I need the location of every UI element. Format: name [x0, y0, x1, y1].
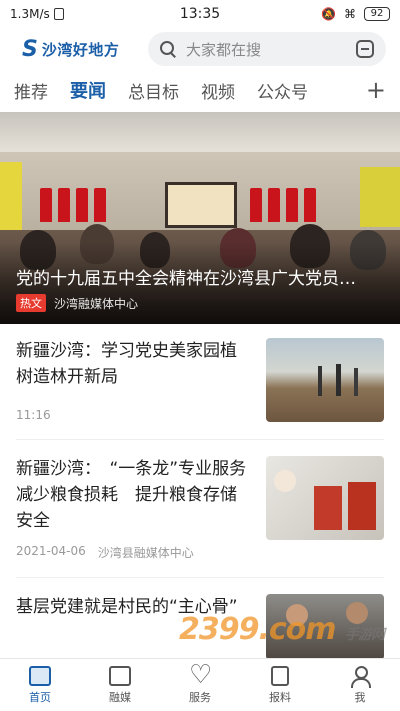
hero-flag: [58, 188, 70, 222]
bottom-nav: 首页 融媒 服务 报料 我: [0, 658, 400, 711]
hero-flag: [286, 188, 298, 222]
status-bar: 1.3M/s 13:35 🔕 ⌘ 92: [0, 0, 400, 28]
thumb-figure: [318, 366, 322, 396]
news-text: 新疆沙湾：学习党史美家园植树造林开新局 11:16: [16, 338, 266, 439]
thumb-figure: [274, 470, 296, 492]
hero-title[interactable]: 党的十九届五中全会精神在沙湾县广大党员…: [16, 264, 386, 289]
report-icon: [271, 665, 289, 686]
hero-flag: [76, 188, 88, 222]
watermark-text: 2399.com: [179, 612, 337, 647]
news-item[interactable]: 新疆沙湾： “一条龙”专业服务 减少粮食损耗 提升粮食存储安全 2021-04-…: [16, 456, 384, 578]
nav-label: 首页: [29, 690, 51, 704]
news-thumbnail[interactable]: [266, 338, 384, 422]
hot-badge: 热文: [16, 294, 46, 312]
hero-source: 沙湾融媒体中心: [54, 296, 139, 311]
news-title[interactable]: 新疆沙湾：学习党史美家园植树造林开新局: [16, 338, 252, 390]
news-time: 11:16: [16, 408, 51, 422]
status-time: 13:35: [179, 6, 221, 22]
tab-recommend[interactable]: 推荐: [14, 78, 48, 103]
nav-label: 服务: [189, 690, 211, 704]
app-logo[interactable]: S 沙湾好地方: [22, 37, 142, 62]
hero-flag: [40, 188, 52, 222]
hero-flag: [250, 188, 262, 222]
search-icon: [160, 41, 176, 57]
sim-icon: [53, 8, 64, 20]
tab-video[interactable]: 视频: [201, 78, 235, 103]
status-right: 🔕 ⌘ 92: [240, 7, 390, 21]
nav-service[interactable]: 服务: [160, 659, 240, 711]
site-watermark: 2399.com 手游网: [179, 612, 385, 647]
watermark-sub: 手游网: [345, 627, 385, 643]
thumb-figure: [314, 486, 342, 530]
news-meta: 2021-04-06 沙湾县融媒体中心: [16, 544, 194, 561]
nav-me[interactable]: 我: [320, 659, 400, 711]
tab-general-goal[interactable]: 总目标: [128, 78, 179, 103]
hero-window-left: [0, 162, 22, 232]
logo-text: 沙湾好地方: [41, 40, 120, 59]
tab-headlines[interactable]: 要闻: [70, 77, 106, 103]
hero-flag: [268, 188, 280, 222]
news-time: 2021-04-06: [16, 544, 86, 558]
thumb-figure: [336, 364, 341, 396]
search-input[interactable]: 大家都在搜: [186, 39, 356, 60]
heart-icon: [189, 660, 212, 690]
nav-report[interactable]: 报料: [240, 659, 320, 711]
search-bar[interactable]: 大家都在搜: [148, 32, 386, 66]
hero-banner[interactable]: 党的十九届五中全会精神在沙湾县广大党员… 热文 沙湾融媒体中心: [0, 112, 400, 324]
me-icon: [349, 665, 371, 688]
hero-flag: [94, 188, 106, 222]
status-left: 1.3M/s: [10, 7, 160, 21]
network-speed: 1.3M/s: [10, 7, 50, 21]
thumb-figure: [354, 368, 358, 396]
hero-meta: 热文 沙湾融媒体中心: [16, 294, 138, 312]
news-thumbnail[interactable]: [266, 456, 384, 540]
nav-label: 融媒: [109, 690, 131, 704]
nav-media[interactable]: 融媒: [80, 659, 160, 711]
thumb-figure: [348, 482, 376, 530]
media-icon: [109, 665, 131, 686]
logo-mark-icon: S: [22, 36, 38, 62]
news-title[interactable]: 新疆沙湾： “一条龙”专业服务 减少粮食损耗 提升粮食存储安全: [16, 456, 263, 534]
hero-screen: [165, 182, 237, 228]
nav-label: 我: [354, 690, 366, 704]
tab-official-account[interactable]: 公众号: [257, 78, 308, 103]
scan-icon[interactable]: [356, 40, 374, 58]
add-channel-icon[interactable]: +: [366, 78, 386, 102]
app-header: S 沙湾好地方 大家都在搜: [0, 30, 400, 68]
news-item[interactable]: 新疆沙湾：学习党史美家园植树造林开新局 11:16: [16, 338, 384, 440]
news-meta: 11:16: [16, 408, 51, 422]
wifi-icon: ⌘: [344, 7, 356, 21]
battery-indicator: 92: [364, 7, 390, 21]
mute-icon: 🔕: [321, 7, 336, 21]
hero-ceiling: [0, 112, 400, 152]
hero-flag: [304, 188, 316, 222]
home-icon: [29, 665, 51, 686]
news-source: 沙湾县融媒体中心: [97, 546, 194, 560]
news-text: 新疆沙湾： “一条龙”专业服务 减少粮食损耗 提升粮食存储安全 2021-04-…: [16, 456, 266, 577]
nav-home[interactable]: 首页: [0, 659, 80, 711]
nav-label: 报料: [269, 690, 291, 704]
channel-tabs: 推荐 要闻 总目标 视频 公众号 +: [0, 72, 400, 108]
hero-window-right: [360, 167, 400, 227]
